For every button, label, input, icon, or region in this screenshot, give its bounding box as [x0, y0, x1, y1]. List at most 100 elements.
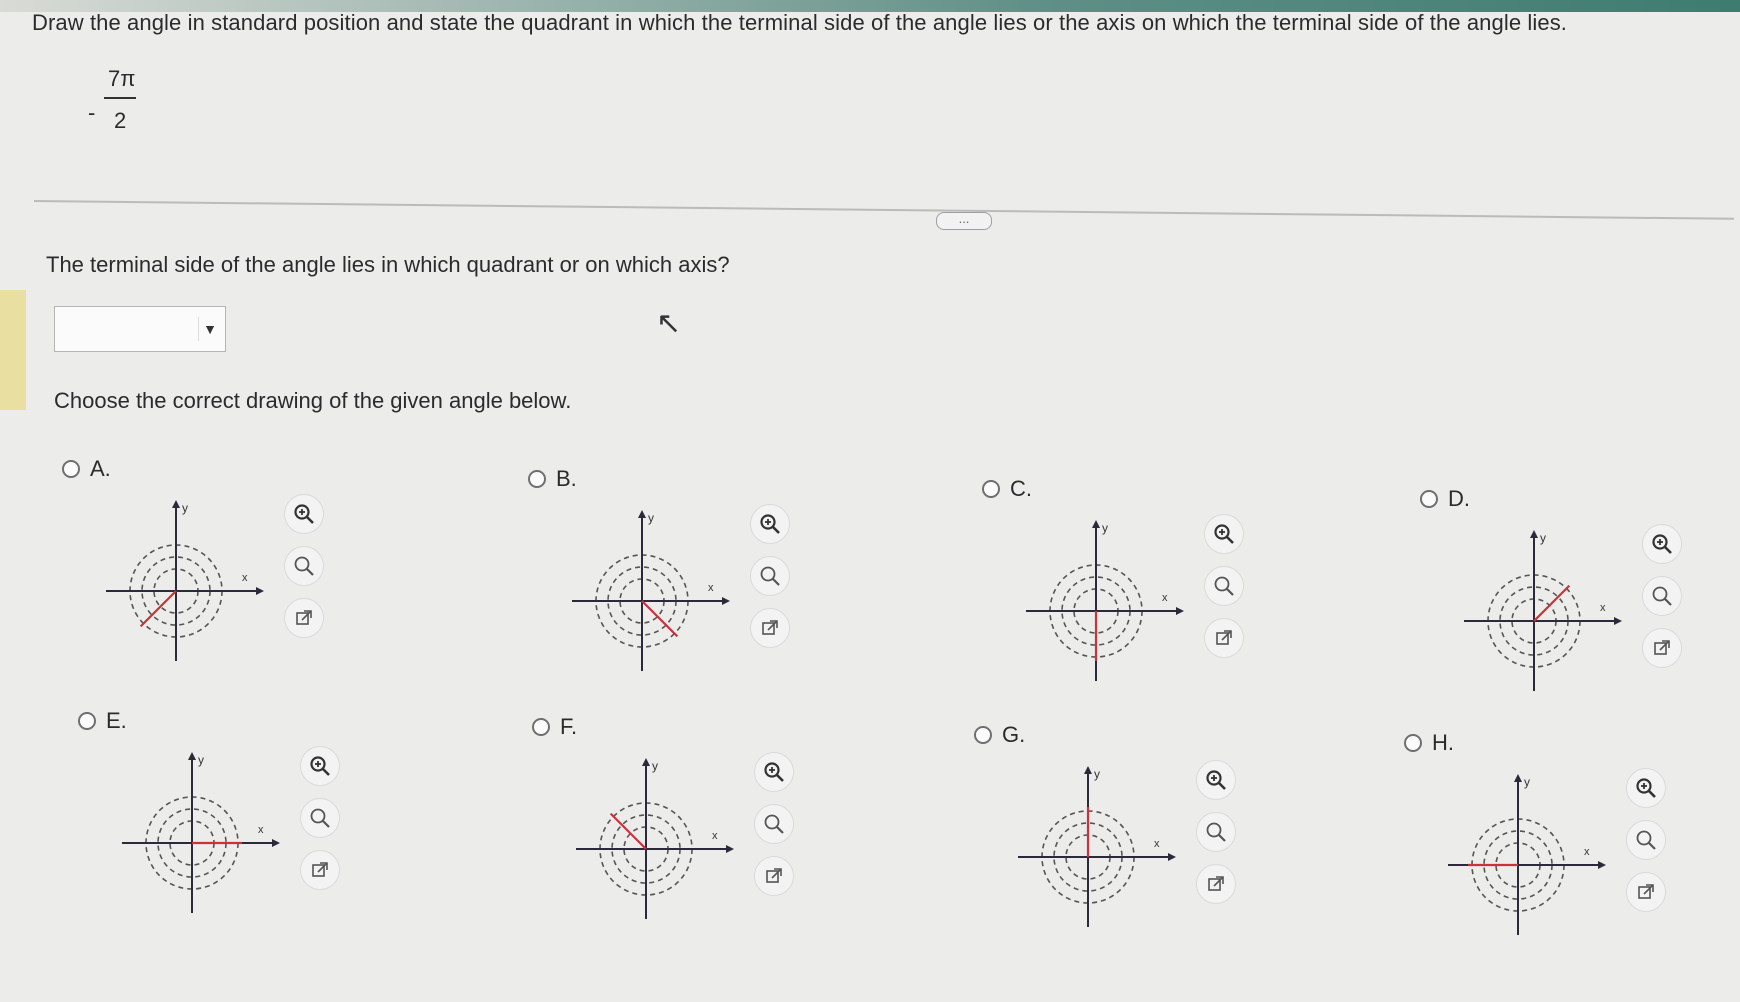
- y-axis-label: y: [1540, 531, 1546, 545]
- part1-prompt: The terminal side of the angle lies in w…: [46, 252, 730, 277]
- x-axis-label: x: [1162, 592, 1168, 604]
- y-axis-label: y: [182, 501, 188, 515]
- y-axis-label: y: [648, 511, 654, 525]
- radio-button[interactable]: [532, 718, 550, 736]
- option-h: H. x y: [1404, 730, 1740, 950]
- option-d: D. x y: [1420, 486, 1740, 706]
- y-axis-arrow: [642, 758, 650, 766]
- radio-button[interactable]: [1404, 734, 1422, 752]
- open-new-window-icon[interactable]: [1626, 872, 1666, 912]
- option-b: B. x y: [528, 466, 948, 686]
- x-axis-arrow: [256, 587, 264, 595]
- angle-graph: xy: [106, 500, 264, 661]
- zoom-in-icon[interactable]: [754, 752, 794, 792]
- angle-denominator: 2: [114, 108, 127, 133]
- zoom-out-icon[interactable]: [1204, 566, 1244, 606]
- zoom-out-icon[interactable]: [1196, 812, 1236, 852]
- zoom-out-icon[interactable]: [754, 804, 794, 844]
- option-label: C.: [1010, 476, 1032, 501]
- angle-sign: -: [88, 100, 96, 125]
- option-radio-row[interactable]: A.: [62, 456, 111, 482]
- option-radio-row[interactable]: D.: [1420, 486, 1470, 512]
- zoom-out-icon[interactable]: [284, 546, 324, 586]
- angle-graph: xy: [1464, 530, 1622, 691]
- option-f: F. x y: [532, 714, 952, 934]
- open-new-window-icon[interactable]: [1642, 628, 1682, 668]
- zoom-out-icon[interactable]: [1642, 576, 1682, 616]
- option-radio-row[interactable]: F.: [532, 714, 577, 740]
- terminal-side-ray: [641, 600, 679, 638]
- angle-numerator: 7π: [108, 66, 136, 91]
- option-label: B.: [556, 466, 577, 491]
- x-axis-arrow: [1168, 853, 1176, 861]
- y-axis-arrow: [1514, 774, 1522, 782]
- angle-graph: xy: [1448, 774, 1606, 935]
- x-axis-label: x: [1584, 846, 1590, 858]
- zoom-in-icon[interactable]: [284, 494, 324, 534]
- chevron-down-icon[interactable]: ▼: [198, 317, 221, 341]
- zoom-in-icon[interactable]: [300, 746, 340, 786]
- option-a: A. x y: [62, 456, 482, 676]
- radio-button[interactable]: [528, 470, 546, 488]
- y-axis-arrow: [1092, 520, 1100, 528]
- open-new-window-icon[interactable]: [300, 850, 340, 890]
- expand-more-button[interactable]: ...: [936, 212, 992, 230]
- option-label: F.: [560, 714, 578, 739]
- y-axis-label: y: [1102, 521, 1108, 535]
- y-axis-label: y: [652, 759, 658, 773]
- x-axis-arrow: [272, 839, 280, 847]
- zoom-in-icon[interactable]: [1626, 768, 1666, 808]
- zoom-in-icon[interactable]: [1196, 760, 1236, 800]
- radio-button[interactable]: [982, 480, 1000, 498]
- angle-graph: xy: [572, 510, 730, 671]
- option-label: E.: [106, 708, 127, 733]
- open-new-window-icon[interactable]: [750, 608, 790, 648]
- y-axis-arrow: [172, 500, 180, 508]
- option-label: A.: [90, 456, 111, 481]
- x-axis-label: x: [708, 582, 714, 594]
- option-label: G.: [1002, 722, 1026, 747]
- radio-button[interactable]: [78, 712, 96, 730]
- option-label: H.: [1432, 730, 1454, 755]
- option-radio-row[interactable]: E.: [78, 708, 127, 734]
- zoom-in-icon[interactable]: [1204, 514, 1244, 554]
- option-radio-row[interactable]: B.: [528, 466, 577, 492]
- quadrant-dropdown[interactable]: ▼: [54, 306, 226, 352]
- zoom-out-icon[interactable]: [750, 556, 790, 596]
- x-axis-arrow: [1614, 617, 1622, 625]
- option-radio-row[interactable]: C.: [982, 476, 1032, 502]
- x-axis-arrow: [1598, 861, 1606, 869]
- y-axis-label: y: [1094, 767, 1100, 781]
- option-g: G. x y: [974, 722, 1394, 942]
- open-new-window-icon[interactable]: [1196, 864, 1236, 904]
- current-part-indicator: [0, 290, 26, 410]
- x-axis-label: x: [712, 830, 718, 842]
- angle-graph: xy: [1018, 766, 1176, 927]
- question-text: Draw the angle in standard position and …: [32, 10, 1568, 35]
- y-axis-label: y: [198, 753, 204, 767]
- zoom-in-icon[interactable]: [1642, 524, 1682, 564]
- radio-button[interactable]: [1420, 490, 1438, 508]
- x-axis-arrow: [1176, 607, 1184, 615]
- x-axis-label: x: [1154, 838, 1160, 850]
- y-axis-arrow: [1530, 530, 1538, 538]
- zoom-out-icon[interactable]: [1626, 820, 1666, 860]
- option-radio-row[interactable]: G.: [974, 722, 1025, 748]
- angle-graph: xy: [1026, 520, 1184, 681]
- zoom-in-icon[interactable]: [750, 504, 790, 544]
- y-axis-arrow: [638, 510, 646, 518]
- x-axis-arrow: [722, 597, 730, 605]
- open-new-window-icon[interactable]: [284, 598, 324, 638]
- open-new-window-icon[interactable]: [754, 856, 794, 896]
- x-axis-label: x: [242, 572, 248, 584]
- x-axis-arrow: [726, 845, 734, 853]
- radio-button[interactable]: [62, 460, 80, 478]
- radio-button[interactable]: [974, 726, 992, 744]
- open-new-window-icon[interactable]: [1204, 618, 1244, 658]
- option-radio-row[interactable]: H.: [1404, 730, 1454, 756]
- zoom-out-icon[interactable]: [300, 798, 340, 838]
- fraction-bar: [104, 97, 136, 99]
- y-axis-arrow: [1084, 766, 1092, 774]
- terminal-side-ray: [1533, 584, 1571, 622]
- x-axis-label: x: [1600, 602, 1606, 614]
